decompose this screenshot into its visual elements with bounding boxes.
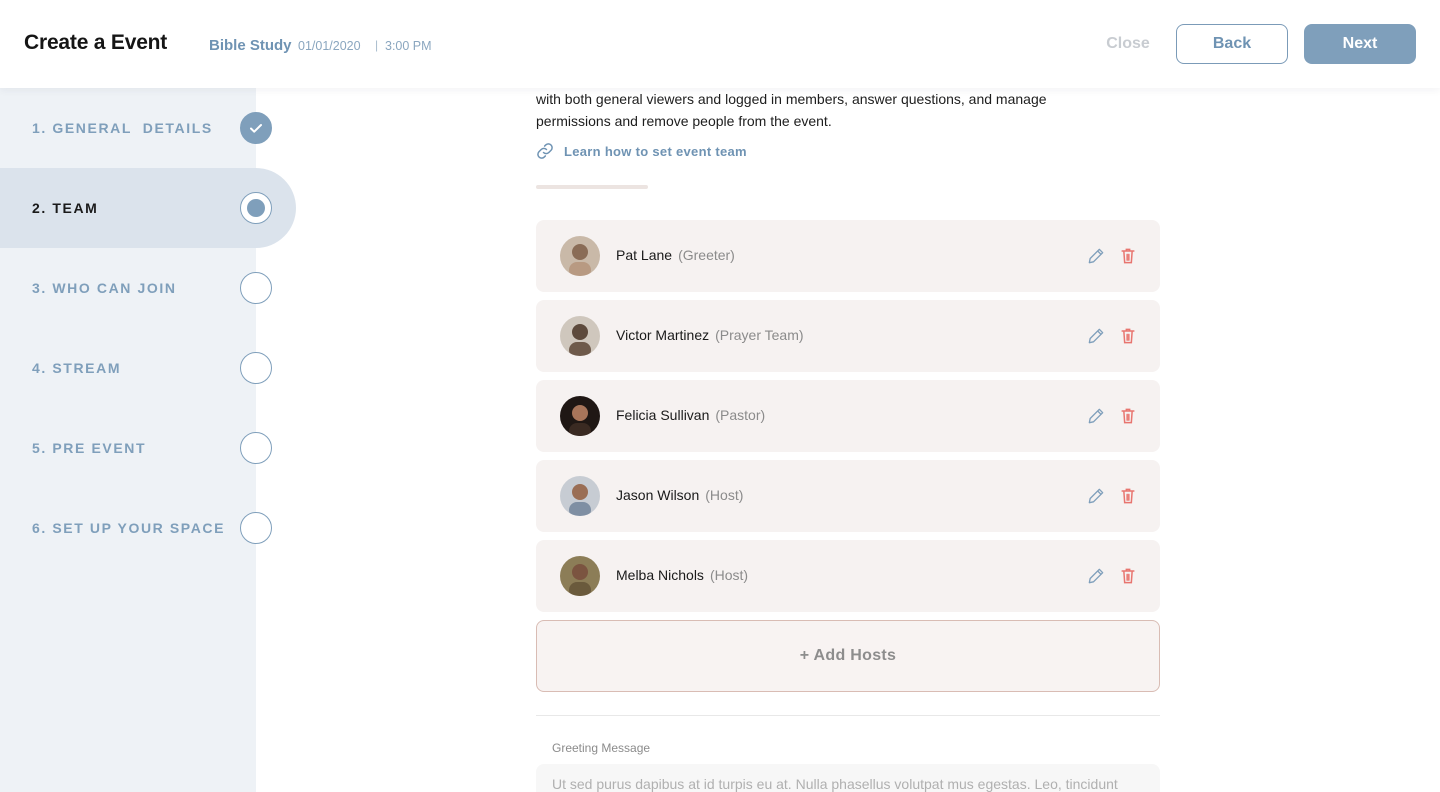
event-time: 3:00 PM: [385, 39, 432, 53]
trash-icon[interactable]: [1118, 486, 1138, 506]
step-label: 2. TEAM: [32, 200, 99, 216]
team-member-row: Felicia Sullivan (Pastor): [536, 380, 1160, 452]
member-role: (Greeter): [678, 247, 735, 263]
pencil-icon[interactable]: [1086, 486, 1106, 506]
step-label: 5. PRE EVENT: [32, 440, 147, 456]
member-name-line: Victor Martinez (Prayer Team): [616, 327, 804, 343]
close-button[interactable]: Close: [1096, 24, 1160, 64]
learn-link[interactable]: Learn how to set event team: [536, 142, 747, 160]
member-name-line: Felicia Sullivan (Pastor): [616, 407, 765, 423]
pencil-icon[interactable]: [1086, 326, 1106, 346]
avatar: [560, 236, 600, 276]
member-name-line: Melba Nichols (Host): [616, 567, 748, 583]
step-set-up-your-space[interactable]: 6. SET UP YOUR SPACE: [0, 488, 272, 568]
step-label: 1. GENERAL DETAILS: [32, 120, 213, 136]
top-bar: Create a Event Bible Study 01/01/2020 | …: [0, 0, 1440, 88]
event-date: 01/01/2020: [298, 39, 361, 53]
member-name-line: Jason Wilson (Host): [616, 487, 743, 503]
section-divider: [536, 185, 648, 189]
check-icon: [240, 112, 272, 144]
avatar: [560, 556, 600, 596]
team-member-row: Victor Martinez (Prayer Team): [536, 300, 1160, 372]
add-hosts-button[interactable]: + Add Hosts: [536, 620, 1160, 692]
trash-icon[interactable]: [1118, 326, 1138, 346]
member-role: (Pastor): [715, 407, 766, 423]
team-member-row: Jason Wilson (Host): [536, 460, 1160, 532]
trash-icon[interactable]: [1118, 246, 1138, 266]
pencil-icon[interactable]: [1086, 246, 1106, 266]
team-description: with both general viewers and logged in …: [536, 91, 1047, 129]
step-who-can-join[interactable]: 3. WHO CAN JOIN: [0, 248, 272, 328]
step-pre-event[interactable]: 5. PRE EVENT: [0, 408, 272, 488]
next-button[interactable]: Next: [1304, 24, 1416, 64]
member-name: Pat Lane: [616, 247, 673, 263]
trash-icon[interactable]: [1118, 406, 1138, 426]
step-label: 4. STREAM: [32, 360, 122, 376]
step-stream[interactable]: 4. STREAM: [0, 328, 272, 408]
avatar: [560, 316, 600, 356]
member-role: (Prayer Team): [715, 327, 804, 343]
step-general-details[interactable]: 1. GENERAL DETAILS: [0, 88, 272, 168]
link-icon: [537, 143, 553, 159]
team-member-row: Pat Lane (Greeter): [536, 220, 1160, 292]
empty-step-icon: [240, 432, 272, 464]
current-step-icon: [240, 192, 272, 224]
member-role: (Host): [709, 567, 749, 583]
empty-step-icon: [240, 272, 272, 304]
divider: [536, 715, 1160, 716]
member-name: Felicia Sullivan: [616, 407, 710, 423]
empty-step-icon: [240, 352, 272, 384]
learn-link-label: Learn how to set event team: [564, 143, 747, 159]
back-button[interactable]: Back: [1176, 24, 1288, 64]
pencil-icon[interactable]: [1086, 406, 1106, 426]
meta-separator: |: [375, 38, 379, 52]
member-name: Melba Nichols: [616, 567, 704, 583]
avatar: [560, 396, 600, 436]
step-label: 6. SET UP YOUR SPACE: [32, 520, 226, 536]
team-member-row: Melba Nichols (Host): [536, 540, 1160, 612]
step-team[interactable]: 2. TEAM: [0, 168, 296, 248]
event-name: Bible Study: [209, 37, 292, 54]
avatar: [560, 476, 600, 516]
step-label: 3. WHO CAN JOIN: [32, 280, 177, 296]
member-name-line: Pat Lane (Greeter): [616, 247, 735, 263]
member-role: (Host): [705, 487, 744, 503]
empty-step-icon: [240, 512, 272, 544]
member-name: Jason Wilson: [616, 487, 700, 503]
wizard-sidebar: 1. GENERAL DETAILS 2. TEAM 3. WHO CAN JO…: [0, 88, 296, 792]
greeting-message-field[interactable]: Ut sed purus dapibus at id turpis eu at.…: [536, 764, 1160, 792]
page-title: Create a Event: [24, 31, 168, 54]
member-name: Victor Martinez: [616, 327, 710, 343]
trash-icon[interactable]: [1118, 566, 1138, 586]
greeting-label: Greeting Message: [552, 741, 651, 755]
pencil-icon[interactable]: [1086, 566, 1106, 586]
